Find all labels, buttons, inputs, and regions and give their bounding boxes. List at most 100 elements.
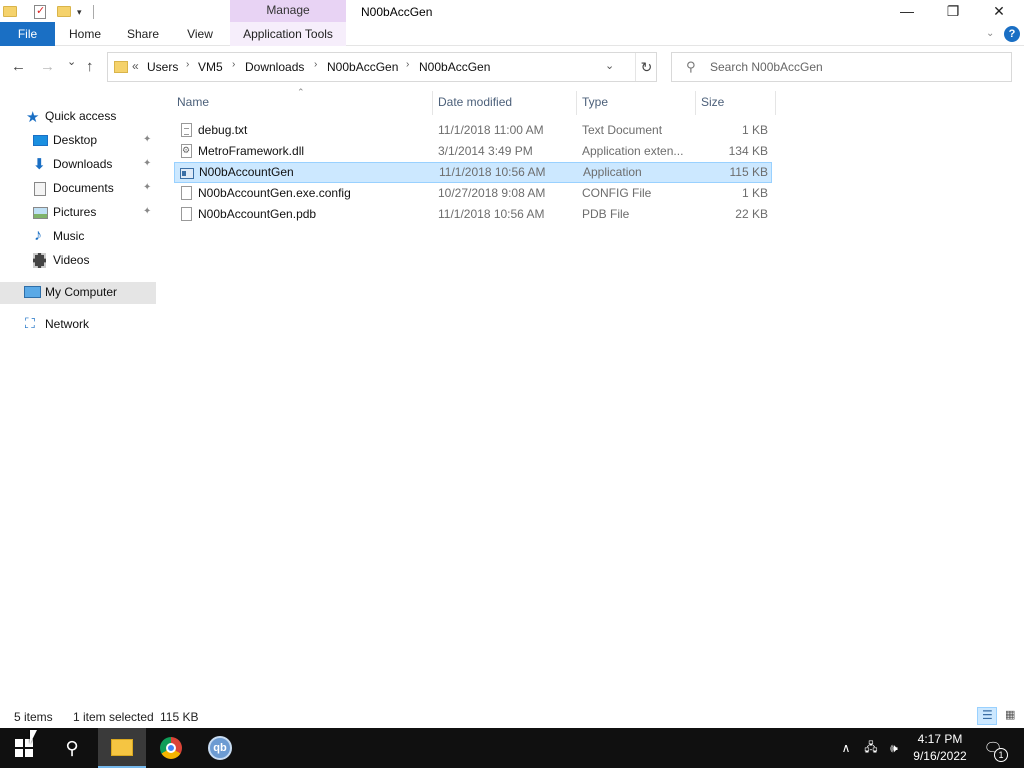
column-divider[interactable]	[576, 91, 577, 115]
recent-locations-button[interactable]: ⌄	[67, 55, 76, 68]
text-file-icon	[181, 123, 192, 137]
taskbar-chrome[interactable]	[147, 728, 195, 768]
minimize-button[interactable]: —	[884, 0, 930, 22]
file-type: Application exten...	[582, 144, 684, 158]
tab-view[interactable]: View	[178, 22, 222, 46]
nav-item-desktop[interactable]: Desktop ✦	[0, 130, 156, 152]
search-icon: ⚲	[686, 59, 696, 74]
address-dropdown-icon[interactable]: ⌄	[605, 59, 614, 72]
quick-access-dropdown-icon[interactable]: ▾	[77, 7, 82, 23]
pin-icon[interactable]: ✦	[143, 158, 151, 169]
column-divider[interactable]	[775, 91, 776, 115]
file-name: N00bAccountGen.pdb	[198, 207, 317, 221]
tab-application-tools[interactable]: Application Tools	[230, 22, 346, 46]
notification-badge: 1	[994, 748, 1008, 762]
nav-item-network[interactable]: ⛶ Network	[0, 314, 156, 336]
file-row[interactable]: N00bAccountGen.exe.config 10/27/2018 9:0…	[174, 183, 772, 204]
file-date: 11/1/2018 10:56 AM	[438, 207, 545, 221]
nav-label: Quick access	[45, 109, 117, 123]
close-button[interactable]: ✕	[976, 0, 1022, 22]
breadcrumb-separator-icon[interactable]: ›	[406, 59, 409, 70]
nav-item-documents[interactable]: Documents ✦	[0, 178, 156, 200]
nav-item-quick-access[interactable]: ★ Quick access	[0, 106, 156, 128]
search-icon: ⚲	[65, 737, 79, 758]
nav-item-pictures[interactable]: Pictures ✦	[0, 202, 156, 224]
file-name: debug.txt	[198, 123, 248, 137]
details-view-button[interactable]	[977, 707, 997, 725]
star-icon: ★	[26, 109, 40, 126]
file-name: MetroFramework.dll	[198, 144, 305, 158]
refresh-button[interactable]: ↻	[635, 53, 657, 81]
network-tray-button[interactable]: 🖧	[860, 728, 882, 768]
volume-button[interactable]: 🕪	[884, 728, 904, 768]
breadcrumb-n00baccgen-current[interactable]: N00bAccGen	[419, 60, 490, 74]
breadcrumb-separator-icon[interactable]: ›	[232, 59, 235, 70]
breadcrumb-users[interactable]: Users	[147, 60, 178, 74]
taskbar-qbittorrent[interactable]: qb	[196, 728, 244, 768]
tab-home[interactable]: Home	[62, 22, 108, 46]
restore-button[interactable]: ❐	[930, 0, 976, 22]
properties-icon[interactable]	[34, 4, 46, 19]
address-bar[interactable]: « Users › VM5 › Downloads › N00bAccGen ›…	[107, 52, 657, 82]
breadcrumb-separator-icon[interactable]: ›	[314, 59, 317, 70]
computer-icon	[24, 286, 41, 298]
breadcrumb-downloads[interactable]: Downloads	[245, 60, 304, 74]
search-input[interactable]	[710, 60, 1000, 74]
breadcrumb-separator-icon[interactable]: ›	[186, 59, 189, 70]
nav-item-videos[interactable]: Videos	[0, 250, 156, 272]
help-icon[interactable]: ?	[1004, 26, 1020, 42]
minimize-icon: —	[900, 3, 914, 19]
column-header-name[interactable]: Name	[177, 95, 209, 109]
file-date: 3/1/2014 3:49 PM	[438, 144, 533, 158]
file-size: 22 KB	[735, 207, 768, 221]
clock[interactable]: 4:17 PM 9/16/2022	[908, 731, 972, 765]
application-icon	[180, 168, 194, 179]
network-icon: ⛶	[25, 315, 35, 331]
large-icons-view-button[interactable]	[1000, 707, 1020, 725]
up-button[interactable]: ↑	[86, 58, 94, 75]
folder-icon	[3, 6, 17, 17]
ribbon-expand-icon[interactable]: ⌄	[986, 28, 994, 39]
selection-status: 1 item selected	[73, 710, 154, 724]
column-header-type[interactable]: Type	[582, 95, 608, 109]
pin-icon[interactable]: ✦	[143, 134, 151, 145]
network-icon: 🖧	[864, 739, 878, 754]
volume-icon: 🕪	[890, 740, 898, 755]
title-bar: ▾ Manage N00bAccGen — ❐ ✕	[0, 0, 1024, 24]
search-button[interactable]: ⚲	[48, 728, 96, 768]
nav-item-downloads[interactable]: ⬇ Downloads ✦	[0, 154, 156, 176]
clock-time: 4:17 PM	[917, 732, 963, 746]
file-row-selected[interactable]: N00bAccountGen 11/1/2018 10:56 AM Applic…	[174, 162, 772, 183]
nav-item-my-computer[interactable]: My Computer	[0, 282, 156, 304]
overflow-chevron-icon[interactable]: «	[132, 59, 139, 73]
back-arrow-icon: ←	[11, 58, 26, 75]
file-row[interactable]: MetroFramework.dll 3/1/2014 3:49 PM Appl…	[174, 141, 772, 162]
file-row[interactable]: debug.txt 11/1/2018 11:00 AM Text Docume…	[174, 120, 772, 141]
breadcrumb-vm5[interactable]: VM5	[198, 60, 223, 74]
back-button[interactable]: ←	[11, 58, 26, 75]
search-box[interactable]: ⚲	[671, 52, 1012, 82]
nav-item-music[interactable]: ♪ Music	[0, 226, 156, 248]
taskbar-file-explorer[interactable]	[98, 728, 146, 768]
forward-button[interactable]: →	[40, 58, 55, 75]
column-header-date-modified[interactable]: Date modified	[438, 95, 512, 109]
tab-file[interactable]: File	[0, 22, 55, 46]
column-divider[interactable]	[695, 91, 696, 115]
breadcrumb-n00baccgen[interactable]: N00bAccGen	[327, 60, 398, 74]
desktop-icon	[33, 135, 48, 146]
taskbar: ⚲ qb ∧ 🖧 🕪 4:17 PM 9/16/2022 🗨 1	[0, 728, 1024, 768]
new-folder-icon[interactable]	[57, 6, 71, 17]
tab-share[interactable]: Share	[120, 22, 166, 46]
column-header-size[interactable]: Size	[701, 95, 724, 109]
clock-date: 9/16/2022	[913, 749, 967, 763]
show-hidden-icons-button[interactable]: ∧	[836, 728, 856, 768]
pin-icon[interactable]: ✦	[143, 182, 151, 193]
download-icon: ⬇	[33, 156, 46, 173]
nav-label: Desktop	[53, 133, 98, 147]
pin-icon[interactable]: ✦	[143, 206, 151, 217]
start-button[interactable]	[0, 728, 48, 768]
status-bar: 5 items 1 item selected 115 KB	[0, 706, 1024, 728]
column-divider[interactable]	[432, 91, 433, 115]
file-row[interactable]: N00bAccountGen.pdb 11/1/2018 10:56 AM PD…	[174, 204, 772, 225]
sort-ascending-icon: ⌃	[297, 87, 305, 97]
